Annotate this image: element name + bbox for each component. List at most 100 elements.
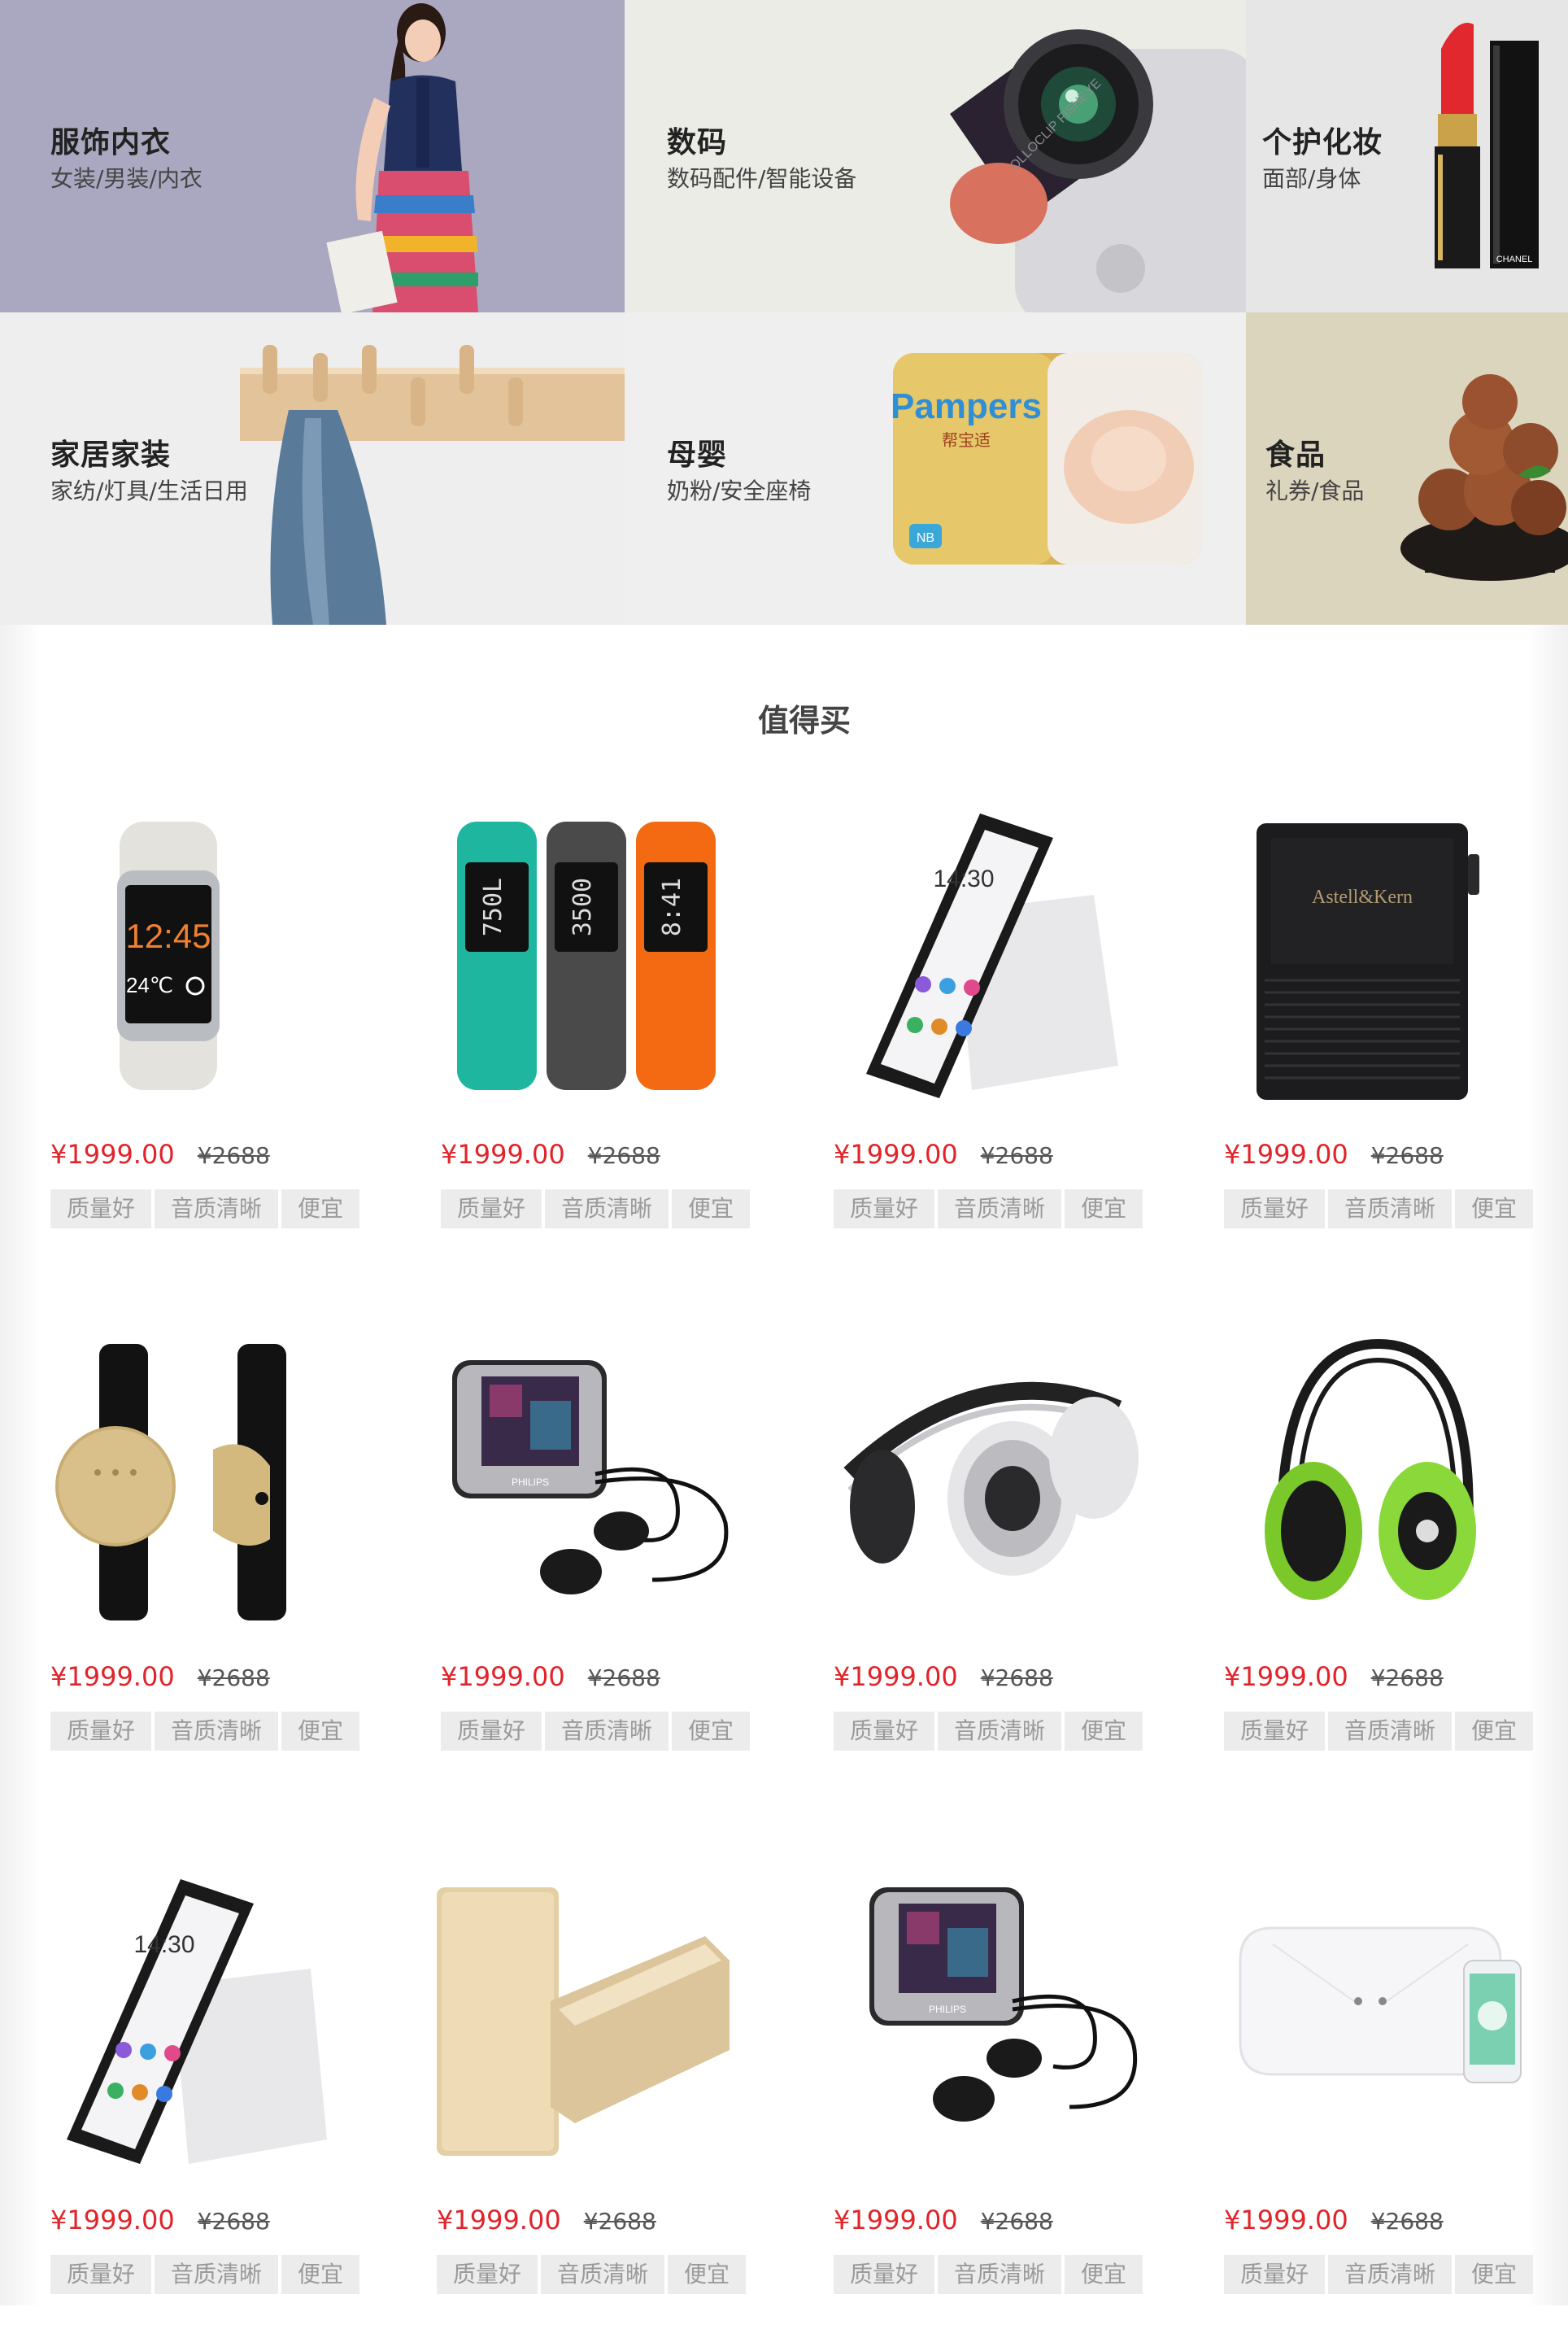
diaper-pack-icon: Pampers 帮宝适 NB [885, 345, 1210, 589]
original-price: ¥2688 [1370, 1664, 1444, 1691]
tag[interactable]: 便宜 [1455, 1712, 1533, 1751]
tag[interactable]: 音质清晰 [545, 1189, 669, 1228]
category-subtitle: 家纺/灯具/生活日用 [50, 478, 248, 504]
tag[interactable]: 音质清晰 [938, 1189, 1061, 1228]
tag[interactable]: 便宜 [1455, 1189, 1533, 1228]
category-subtitle: 面部/身体 [1262, 165, 1361, 192]
tag[interactable]: 音质清晰 [545, 1712, 669, 1751]
smartphone-icon: 14:30 [834, 813, 1143, 1106]
tag[interactable]: 质量好 [441, 1189, 542, 1228]
price: ¥1999.00 [1224, 1139, 1348, 1170]
original-price: ¥2688 [980, 1664, 1053, 1691]
tag-list: 质量好 音质清晰 便宜 [834, 1712, 1143, 1751]
tag[interactable]: 质量好 [50, 1189, 151, 1228]
mp3-player-earphones-icon: PHILIPS [441, 1336, 750, 1629]
tag[interactable]: 便宜 [672, 1712, 750, 1751]
tag-list: 质量好 音质清晰 便宜 [437, 2255, 746, 2294]
product-card[interactable]: ¥1999.00 ¥2688 质量好 音质清晰 便宜 [1224, 1879, 1533, 2351]
price-row: ¥1999.00 ¥2688 [1224, 1139, 1444, 1170]
category-subtitle: 奶粉/安全座椅 [667, 478, 812, 504]
music-player-icon: Astell&Kern [1224, 813, 1533, 1106]
product-card[interactable]: ¥1999.00 ¥2688 质量好 音质清晰 便宜 [834, 1336, 1143, 1808]
product-card[interactable]: 14:30 ¥1999.00 ¥2688 质量好 音质清晰 便宜 [834, 813, 1143, 1285]
category-beauty[interactable]: 个护化妆 面部/身体 CHANEL [1246, 0, 1568, 312]
smartphone-icon: 14:30 [50, 1879, 359, 2172]
product-card[interactable]: PHILIPS ¥1999.00 ¥2688 质量好 音质清晰 便宜 [441, 1336, 750, 1808]
tag[interactable]: 便宜 [668, 2255, 746, 2294]
tag[interactable]: 音质清晰 [938, 2255, 1061, 2294]
price: ¥1999.00 [437, 2205, 561, 2235]
lipstick-icon: CHANEL [1417, 0, 1568, 312]
pampers-cn-text: 帮宝适 [942, 430, 991, 450]
original-price: ¥2688 [197, 2208, 270, 2235]
tag[interactable]: 便宜 [1065, 1712, 1143, 1751]
tag[interactable]: 质量好 [50, 1712, 151, 1751]
tag[interactable]: 音质清晰 [155, 1189, 278, 1228]
product-card[interactable]: PHILIPS ¥1999.00 ¥2688 质量好 音质清晰 便宜 [834, 1879, 1143, 2351]
tag[interactable]: 质量好 [834, 2255, 934, 2294]
category-digital[interactable]: 数码 数码配件/智能设备 OLLOCLIP FISHEYE [625, 0, 1246, 312]
product-card[interactable]: 14:30 ¥1999.00 ¥2688 质量好 音质清晰 便宜 [50, 1879, 359, 2351]
tag[interactable]: 音质清晰 [1328, 1712, 1452, 1751]
tag[interactable]: 质量好 [437, 2255, 538, 2294]
product-card[interactable]: 750L 3500 8:41 ¥1999.00 ¥2688 质量好 音质清晰 便宜 [441, 813, 750, 1285]
category-subtitle: 礼券/食品 [1265, 478, 1365, 504]
page: 服饰内衣 女装/男装/内衣 数码 数码配件/智能设备 OLLOCLIP FISH… [0, 0, 1568, 2305]
tag[interactable]: 质量好 [441, 1712, 542, 1751]
tag[interactable]: 音质清晰 [1328, 1189, 1452, 1228]
price: ¥1999.00 [1224, 1661, 1348, 1692]
tag[interactable]: 质量好 [1224, 1712, 1325, 1751]
product-card[interactable]: ¥1999.00 ¥2688 质量好 音质清晰 便宜 [50, 1336, 359, 1808]
power-bank-icon [437, 1879, 746, 2172]
original-price: ¥2688 [587, 1664, 660, 1691]
product-card[interactable]: Astell&Kern ¥1999.00 ¥2688 质量好 音质清晰 便宜 [1224, 813, 1533, 1285]
tag[interactable]: 质量好 [834, 1189, 934, 1228]
tag[interactable]: 便宜 [1455, 2255, 1533, 2294]
watch-temp: 24℃ [126, 973, 173, 997]
tag[interactable]: 音质清晰 [541, 2255, 664, 2294]
tag-list: 质量好 音质清晰 便宜 [834, 1189, 1143, 1228]
price: ¥1999.00 [834, 1661, 958, 1692]
tag[interactable]: 音质清晰 [938, 1712, 1061, 1751]
price: ¥1999.00 [50, 2205, 175, 2235]
tag[interactable]: 质量好 [834, 1712, 934, 1751]
tag[interactable]: 便宜 [1065, 2255, 1143, 2294]
category-home[interactable]: 家居家装 家纺/灯具/生活日用 [0, 312, 625, 625]
tag[interactable]: 质量好 [1224, 2255, 1325, 2294]
category-baby[interactable]: 母婴 奶粉/安全座椅 Pampers 帮宝适 NB [625, 312, 1246, 625]
phone-time: 14:30 [933, 866, 994, 892]
tag-list: 质量好 音质清晰 便宜 [1224, 1189, 1533, 1228]
smartwatch-icon: 12:45 24℃ [50, 813, 359, 1106]
tag[interactable]: 质量好 [1224, 1189, 1325, 1228]
product-card[interactable]: ¥1999.00 ¥2688 质量好 音质清晰 便宜 [1224, 1336, 1533, 1808]
product-card[interactable]: ¥1999.00 ¥2688 质量好 音质清晰 便宜 [437, 1879, 746, 2351]
tag[interactable]: 质量好 [50, 2255, 151, 2294]
tag[interactable]: 便宜 [1065, 1189, 1143, 1228]
tag[interactable]: 音质清晰 [155, 2255, 278, 2294]
category-apparel[interactable]: 服饰内衣 女装/男装/内衣 [0, 0, 625, 312]
original-price: ¥2688 [1370, 2208, 1444, 2235]
category-subtitle: 女装/男装/内衣 [50, 165, 203, 192]
original-price: ¥2688 [197, 1142, 270, 1169]
product-card[interactable]: 12:45 24℃ ¥1999.00 ¥2688 质量好 音质清晰 便宜 [50, 813, 359, 1285]
tag[interactable]: 便宜 [281, 1189, 359, 1228]
category-subtitle: 数码配件/智能设备 [667, 165, 857, 192]
category-title: 服饰内衣 [50, 126, 172, 159]
price-row: ¥1999.00 ¥2688 [441, 1661, 660, 1692]
mp3-player-earphones-icon: PHILIPS [834, 1879, 1143, 2172]
tag-list: 质量好 音质清晰 便宜 [50, 2255, 359, 2294]
tag[interactable]: 音质清晰 [1328, 2255, 1452, 2294]
tag-list: 质量好 音质清晰 便宜 [1224, 1712, 1533, 1751]
tag[interactable]: 便宜 [281, 1712, 359, 1751]
pampers-nb-text: NB [917, 531, 934, 545]
pampers-text: Pampers [891, 386, 1042, 426]
band-readout: 3500 [568, 878, 597, 936]
tag-list: 质量好 音质清晰 便宜 [1224, 2255, 1533, 2294]
price-row: ¥1999.00 ¥2688 [50, 2205, 270, 2235]
price: ¥1999.00 [441, 1661, 565, 1692]
tag[interactable]: 便宜 [672, 1189, 750, 1228]
tag[interactable]: 音质清晰 [155, 1712, 278, 1751]
tag[interactable]: 便宜 [281, 2255, 359, 2294]
green-headphones-icon [1224, 1336, 1533, 1629]
category-food[interactable]: 食品 礼券/食品 [1246, 312, 1568, 625]
